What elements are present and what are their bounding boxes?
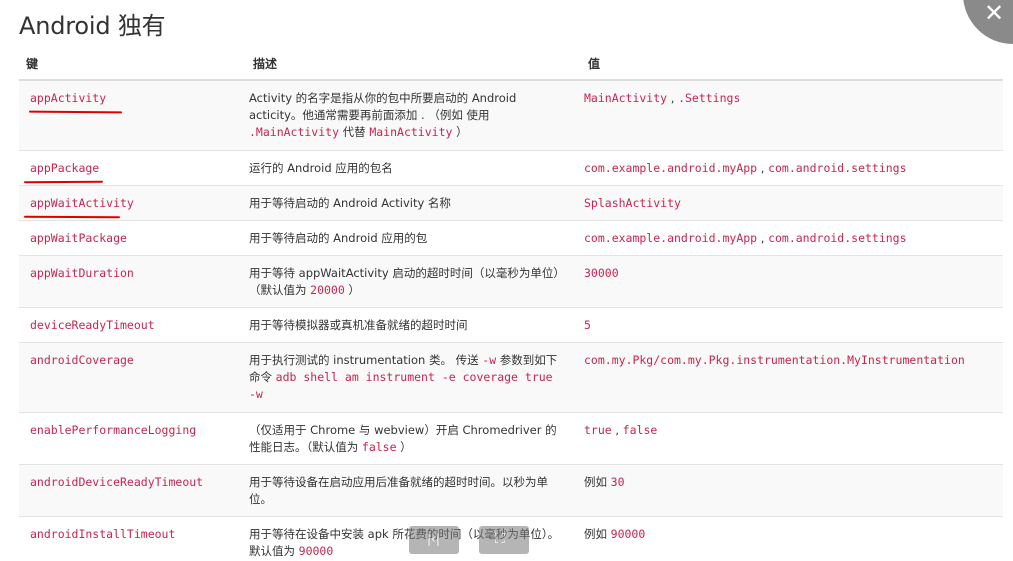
value-code: .Settings (678, 91, 741, 105)
desc-code: 90000 (298, 543, 334, 558)
capability-key: deviceReadyTimeout (30, 317, 155, 332)
key-cell: appWaitPackage (19, 220, 246, 256)
desc-text: 用于等待模拟器或真机准备就绪的超时时间 (249, 317, 468, 332)
key-cell: appActivity (19, 80, 246, 151)
desc-code: adb shell am instrument -e coverage true… (249, 369, 553, 401)
value-code: com.example.android.myApp (584, 230, 758, 245)
table-row: appWaitActivity 用于等待启动的 Android Activity … (19, 185, 1003, 221)
desc-code: .MainActivity (249, 125, 340, 139)
table-row: deviceReadyTimeout 用于等待模拟器或真机准备就绪的超时时间 5 (19, 307, 1003, 343)
capability-key: androidInstallTimeout (30, 526, 176, 541)
close-icon[interactable]: ✕ (983, 1, 1005, 25)
key-cell: androidCoverage (19, 342, 246, 413)
capability-key: androidDeviceReadyTimeout (30, 474, 204, 489)
fullscreen-button[interactable]: ⛶ (479, 526, 529, 554)
capabilities-table: 键 描述 值 appActivity Activity 的名字是指从你的包中所要启… (19, 48, 1003, 561)
value-code: com.android.settings (768, 230, 907, 245)
value-code: 90000 (610, 526, 646, 541)
table-row: appPackage 运行的 Android 应用的包名 com.example.a… (19, 150, 1003, 186)
desc-text: 用于等待启动的 Android 应用的包 (249, 230, 428, 245)
capability-key: appPackage (30, 160, 100, 175)
desc-text: ） (344, 282, 360, 297)
key-cell: appPackage (19, 150, 246, 186)
capability-key: androidCoverage (30, 352, 134, 367)
capability-key: enablePerformanceLogging (30, 422, 197, 437)
value-cell: 30000 (581, 255, 1003, 308)
header-value: 值 (581, 48, 1003, 81)
key-cell: androidInstallTimeout (19, 516, 246, 561)
table-row: androidCoverage 用于执行测试的 instrumentation 类… (19, 342, 1003, 413)
desc-text: 运行的 Android 应用的包名 (249, 160, 393, 175)
desc-text: 用于等待 appWaitActivity 启动的超时时间（以毫秒为单位）（默认值… (249, 265, 560, 297)
value-text: , (757, 230, 769, 245)
key-cell: appWaitActivity (19, 185, 246, 221)
value-cell: 例如 90000 (581, 516, 1003, 561)
table-row: appActivity Activity 的名字是指从你的包中所要启动的 Andr… (19, 80, 1003, 151)
desc-code: -w (482, 352, 497, 367)
fullscreen-icon: ⛶ (495, 531, 505, 547)
value-text: , (667, 91, 679, 105)
desc-text: 用于执行测试的 instrumentation 类。 传送 (249, 352, 483, 367)
table-header-row: 键 描述 值 (19, 48, 1003, 81)
value-cell: com.my.Pkg/com.my.Pkg.instrumentation.My… (581, 342, 1003, 413)
desc-cell: 运行的 Android 应用的包名 (246, 150, 581, 186)
desc-text: Activity 的名字是指从你的包中所要启动的 Android acticit… (249, 91, 517, 122)
desc-cell: 用于执行测试的 instrumentation 类。 传送 -w 参数到如下命令… (246, 342, 581, 413)
key-cell: appWaitDuration (19, 255, 246, 308)
value-code: true (584, 422, 612, 437)
page-title: Android 独有 (19, 12, 166, 40)
value-code: com.android.settings (768, 160, 907, 175)
value-code: com.my.Pkg/com.my.Pkg.instrumentation.My… (584, 352, 965, 367)
prev-page-icon: |‹| (427, 532, 440, 546)
value-cell: com.example.android.myApp , com.android.… (581, 150, 1003, 186)
desc-cell: （仅适用于 Chrome 与 webview）开启 Chromedriver 的… (246, 412, 581, 465)
desc-code: MainActivity (369, 125, 453, 139)
desc-text: 用于等待设备在启动应用后准备就绪的超时时间。以秒为单位。 (249, 474, 548, 506)
annotation-underline (23, 180, 104, 184)
value-code: 30 (610, 474, 625, 489)
value-cell: MainActivity , .Settings (581, 80, 1003, 151)
capability-key: appWaitPackage (30, 230, 127, 245)
key-cell: enablePerformanceLogging (19, 412, 246, 465)
header-desc: 描述 (246, 48, 581, 81)
value-text: 例如 (584, 474, 611, 489)
value-code: 30000 (584, 265, 619, 280)
prev-page-button[interactable]: |‹| (409, 526, 459, 554)
value-text: 例如 (584, 526, 611, 541)
desc-cell: 用于等待 appWaitActivity 启动的超时时间（以毫秒为单位）（默认值… (246, 255, 581, 308)
value-cell: true , false (581, 412, 1003, 465)
value-cell: com.example.android.myApp , com.android.… (581, 220, 1003, 256)
table-row: enablePerformanceLogging （仅适用于 Chrome 与 w… (19, 412, 1003, 465)
value-code: SplashActivity (584, 195, 681, 210)
desc-cell: 用于等待启动的 Android 应用的包 (246, 220, 581, 256)
capability-key: appActivity (30, 91, 107, 105)
value-cell: 例如 30 (581, 464, 1003, 517)
capability-key: appWaitDuration (30, 265, 134, 280)
desc-cell: 用于等待启动的 Android Activity 名称 (246, 185, 581, 221)
table-row: androidDeviceReadyTimeout 用于等待设备在启动应用后准备就… (19, 464, 1003, 517)
value-code: 5 (584, 317, 591, 332)
desc-text: ） (452, 125, 468, 139)
desc-text: 代替 (339, 125, 370, 139)
value-code: false (622, 422, 658, 437)
table-row: appWaitDuration 用于等待 appWaitActivity 启动的超… (19, 255, 1003, 308)
value-code: MainActivity (584, 91, 668, 105)
header-key: 键 (19, 48, 246, 81)
value-cell: 5 (581, 307, 1003, 343)
key-cell: deviceReadyTimeout (19, 307, 246, 343)
desc-text: ） (396, 439, 412, 454)
desc-cell: 用于等待设备在启动应用后准备就绪的超时时间。以秒为单位。 (246, 464, 581, 517)
value-code: com.example.android.myApp (584, 160, 758, 175)
capability-key: appWaitActivity (30, 195, 134, 210)
value-text: , (611, 422, 623, 437)
desc-cell: 用于等待模拟器或真机准备就绪的超时时间 (246, 307, 581, 343)
desc-code: false (361, 439, 397, 454)
value-cell: SplashActivity (581, 185, 1003, 221)
desc-text: 用于等待启动的 Android Activity 名称 (249, 195, 451, 210)
desc-code: 20000 (310, 282, 345, 297)
value-text: , (757, 160, 769, 175)
key-cell: androidDeviceReadyTimeout (19, 464, 246, 517)
desc-cell: Activity 的名字是指从你的包中所要启动的 Android acticit… (246, 80, 581, 151)
table-row: appWaitPackage 用于等待启动的 Android 应用的包 com.ex… (19, 220, 1003, 256)
